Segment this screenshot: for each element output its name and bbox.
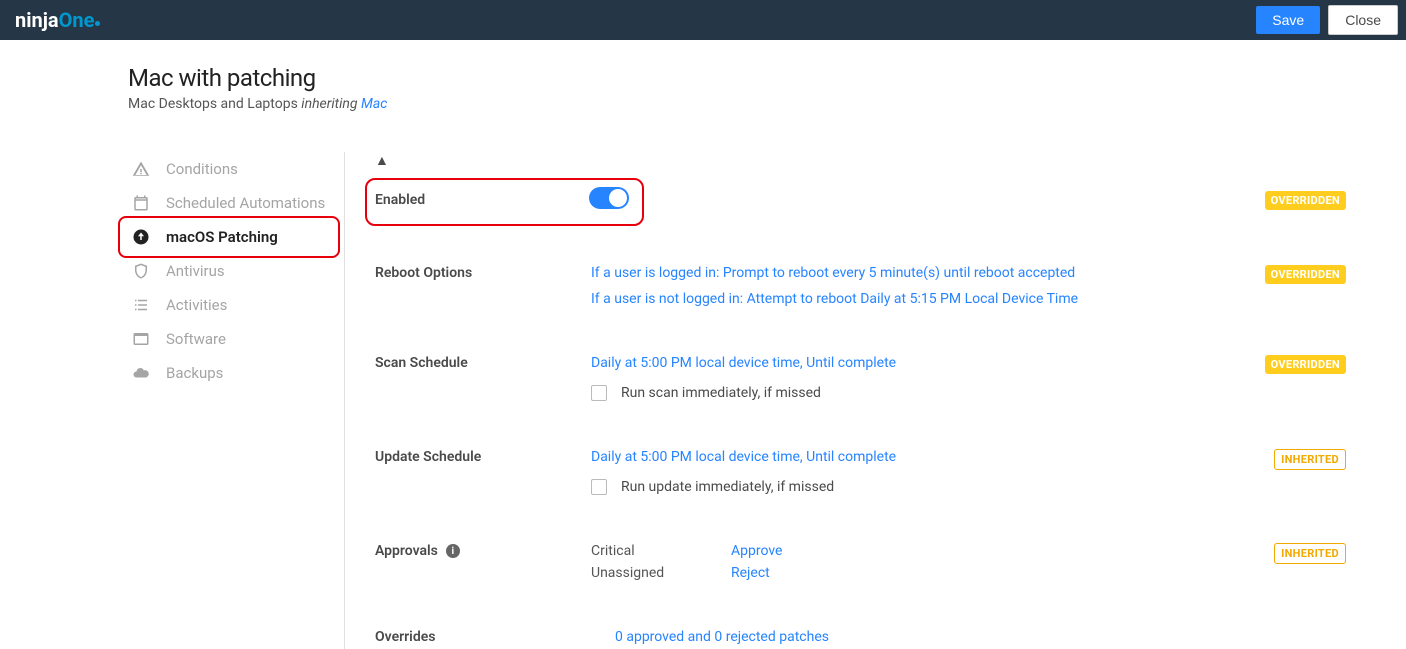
logo-text-a: ninja xyxy=(15,8,59,32)
row-overrides: Overrides 0 approved and 0 rejected patc… xyxy=(375,599,1346,649)
sidebar-item-label: Backups xyxy=(166,364,223,382)
calendar-icon xyxy=(132,194,150,212)
sidebar-item-label: Scheduled Automations xyxy=(166,194,325,212)
inherited-badge: INHERITED xyxy=(1274,543,1346,564)
overridden-badge: OVERRIDDEN xyxy=(1265,355,1346,374)
logo-text-b: One xyxy=(59,8,95,32)
sidebar-item-antivirus[interactable]: Antivirus xyxy=(128,254,344,288)
sidebar-item-activities[interactable]: Activities xyxy=(128,288,344,322)
sidebar-item-scheduled-automations[interactable]: Scheduled Automations xyxy=(128,186,344,220)
toggle-knob xyxy=(609,189,627,207)
overrides-link[interactable]: 0 approved and 0 rejected patches xyxy=(615,629,829,645)
approval-value-critical[interactable]: Approve xyxy=(731,543,782,559)
enabled-value xyxy=(589,187,1234,213)
page-subtitle: Mac Desktops and Laptops inheriting Mac xyxy=(128,96,1406,112)
reboot-not-logged-in-link[interactable]: If a user is not logged in: Attempt to r… xyxy=(591,291,1236,307)
top-bar: ninjaOne Save Close xyxy=(0,0,1406,40)
save-button[interactable]: Save xyxy=(1256,6,1320,34)
scan-run-if-missed-checkbox[interactable] xyxy=(591,385,607,401)
enabled-label: Enabled xyxy=(375,192,591,208)
sidebar-item-label: Software xyxy=(166,330,226,348)
overrides-label: Overrides xyxy=(375,629,591,645)
arrow-up-circle-icon xyxy=(132,228,150,246)
sidebar-item-label: macOS Patching xyxy=(166,228,278,246)
window-icon xyxy=(132,330,150,348)
approval-key-critical: Critical xyxy=(591,543,671,559)
row-update-schedule: Update Schedule Daily at 5:00 PM local d… xyxy=(375,419,1346,513)
approval-key-unassigned: Unassigned xyxy=(591,565,671,581)
scan-label: Scan Schedule xyxy=(375,355,591,371)
reboot-label: Reboot Options xyxy=(375,265,591,281)
row-approvals: Approvals i Critical Approve Unassigned … xyxy=(375,513,1346,599)
scan-schedule-link[interactable]: Daily at 5:00 PM local device time, Unti… xyxy=(591,355,1236,371)
overridden-badge: OVERRIDDEN xyxy=(1265,265,1346,284)
reboot-logged-in-link[interactable]: If a user is logged in: Prompt to reboot… xyxy=(591,265,1236,281)
row-enabled: Enabled OVERRIDDEN xyxy=(375,169,1346,231)
collapse-caret-icon[interactable]: ▲ xyxy=(375,153,389,169)
update-checkbox-label: Run update immediately, if missed xyxy=(621,479,834,495)
approval-value-unassigned[interactable]: Reject xyxy=(731,565,770,581)
top-bar-actions: Save Close xyxy=(1248,0,1406,40)
inherited-badge: INHERITED xyxy=(1274,449,1346,470)
row-scan-schedule: Scan Schedule Daily at 5:00 PM local dev… xyxy=(375,325,1346,419)
sidebar-item-conditions[interactable]: Conditions xyxy=(128,152,344,186)
settings-content: ▲ Enabled OVERRIDDEN Reboot Options If a… xyxy=(344,152,1346,649)
enabled-toggle[interactable] xyxy=(589,187,629,209)
approvals-label: Approvals i xyxy=(375,543,591,559)
warning-triangle-icon xyxy=(132,160,150,178)
sidebar-item-label: Conditions xyxy=(166,160,238,178)
settings-sidebar: Conditions Scheduled Automations macOS P… xyxy=(128,152,344,649)
shield-icon xyxy=(132,262,150,280)
sidebar-item-software[interactable]: Software xyxy=(128,322,344,356)
approvals-label-text: Approvals xyxy=(375,543,438,559)
update-label: Update Schedule xyxy=(375,449,591,465)
sidebar-item-label: Activities xyxy=(166,296,227,314)
list-icon xyxy=(132,296,150,314)
subtitle-prefix: Mac Desktops and Laptops xyxy=(128,96,301,112)
subtitle-inheriting: inheriting xyxy=(301,96,361,112)
brand-logo: ninjaOne xyxy=(15,8,100,32)
inherit-source-link[interactable]: Mac xyxy=(361,96,387,112)
overridden-badge: OVERRIDDEN xyxy=(1265,191,1346,210)
sidebar-item-backups[interactable]: Backups xyxy=(128,356,344,390)
page-title: Mac with patching xyxy=(128,64,1406,92)
scan-checkbox-label: Run scan immediately, if missed xyxy=(621,385,821,401)
page-header: Mac with patching Mac Desktops and Lapto… xyxy=(0,40,1406,132)
close-button[interactable]: Close xyxy=(1328,5,1398,35)
sidebar-item-label: Antivirus xyxy=(166,262,225,280)
logo-dot-icon xyxy=(95,21,100,26)
update-schedule-link[interactable]: Daily at 5:00 PM local device time, Unti… xyxy=(591,449,1236,465)
info-icon[interactable]: i xyxy=(446,544,460,558)
cloud-icon xyxy=(132,364,150,382)
sidebar-item-macos-patching[interactable]: macOS Patching xyxy=(128,220,344,254)
row-reboot-options: Reboot Options If a user is logged in: P… xyxy=(375,231,1346,325)
update-run-if-missed-checkbox[interactable] xyxy=(591,479,607,495)
